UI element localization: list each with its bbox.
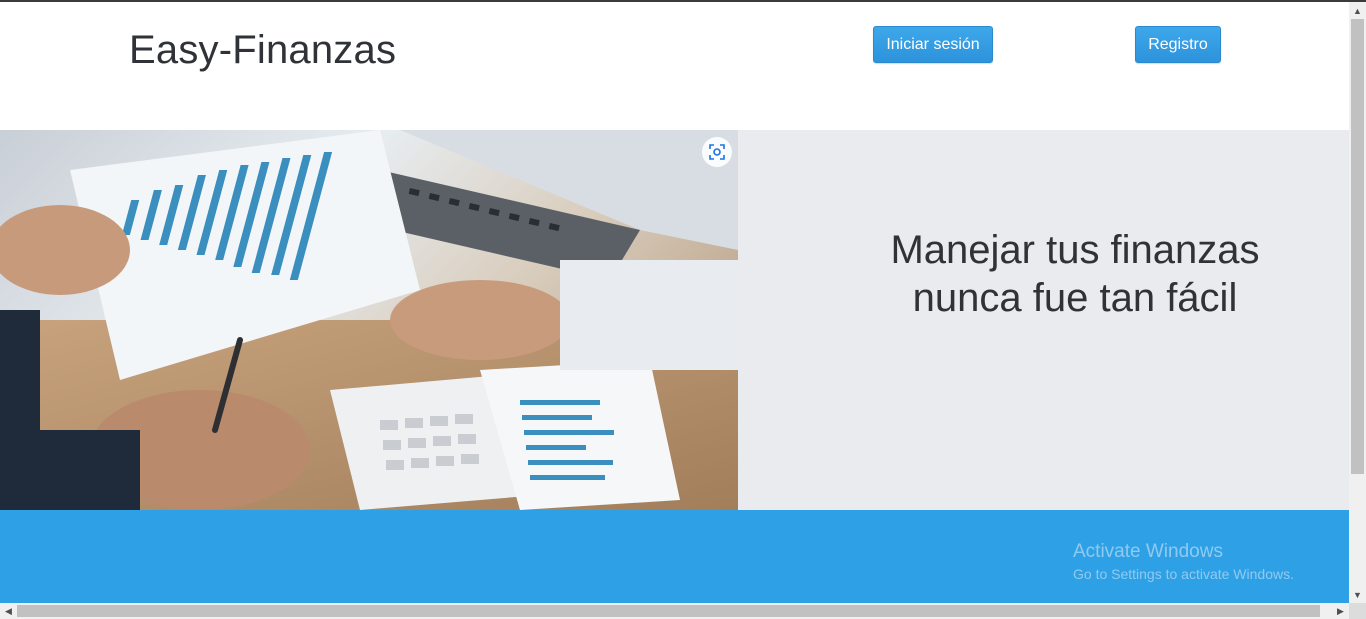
scroll-down-icon[interactable]: ▼ [1349,586,1366,603]
scroll-up-icon[interactable]: ▲ [1349,2,1366,19]
register-button[interactable]: Registro [1135,26,1221,63]
scroll-right-icon[interactable]: ▶ [1332,603,1349,619]
vertical-scroll-thumb[interactable] [1351,19,1364,474]
vertical-scrollbar[interactable]: ▲ ▼ [1349,2,1366,603]
scrollbar-corner [1349,603,1366,619]
hero-headline-line-2: nunca fue tan fácil [912,276,1238,320]
windows-activation-title: Activate Windows [1073,541,1223,562]
site-header: Easy-Finanzas Iniciar sesión Registro [0,2,1349,130]
horizontal-scrollbar[interactable]: ◀ ▶ [0,603,1349,619]
windows-activation-subtitle: Go to Settings to activate Windows. [1073,566,1294,582]
login-button[interactable]: Iniciar sesión [873,26,993,63]
visual-search-icon[interactable] [702,137,732,167]
brand-title[interactable]: Easy-Finanzas [129,28,396,73]
page-viewport: Easy-Finanzas Iniciar sesión Registro Ma… [0,2,1349,603]
scroll-left-icon[interactable]: ◀ [0,603,17,619]
hero-headline-line-1: Manejar tus finanzas [890,228,1260,272]
horizontal-scroll-thumb[interactable] [17,605,1320,617]
hero-section: Manejar tus finanzas nunca fue tan fácil [0,130,1349,510]
hero-headline: Manejar tus finanzas nunca fue tan fácil [800,226,1349,322]
finance-hero-image [0,130,738,510]
